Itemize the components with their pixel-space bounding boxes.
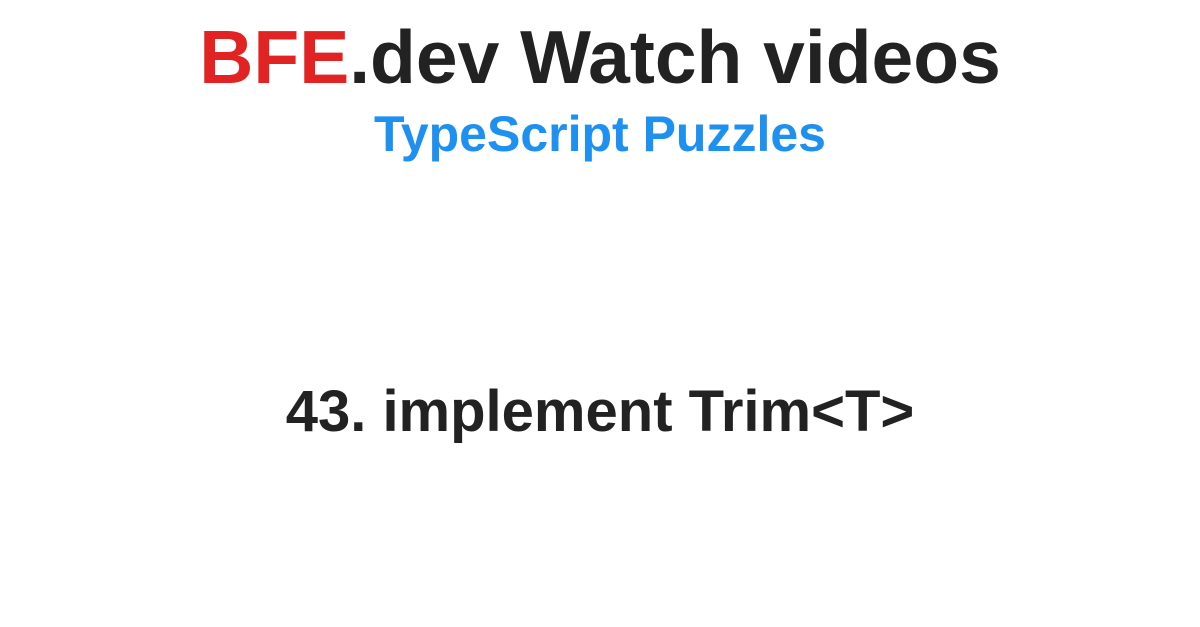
brand-rest-part: .dev Watch videos (349, 15, 1001, 99)
site-header: BFE.dev Watch videos (199, 18, 1001, 97)
brand-red-part: BFE (199, 15, 349, 99)
category-subtitle: TypeScript Puzzles (374, 105, 826, 163)
problem-title: 43. implement Trim<T> (286, 378, 915, 445)
